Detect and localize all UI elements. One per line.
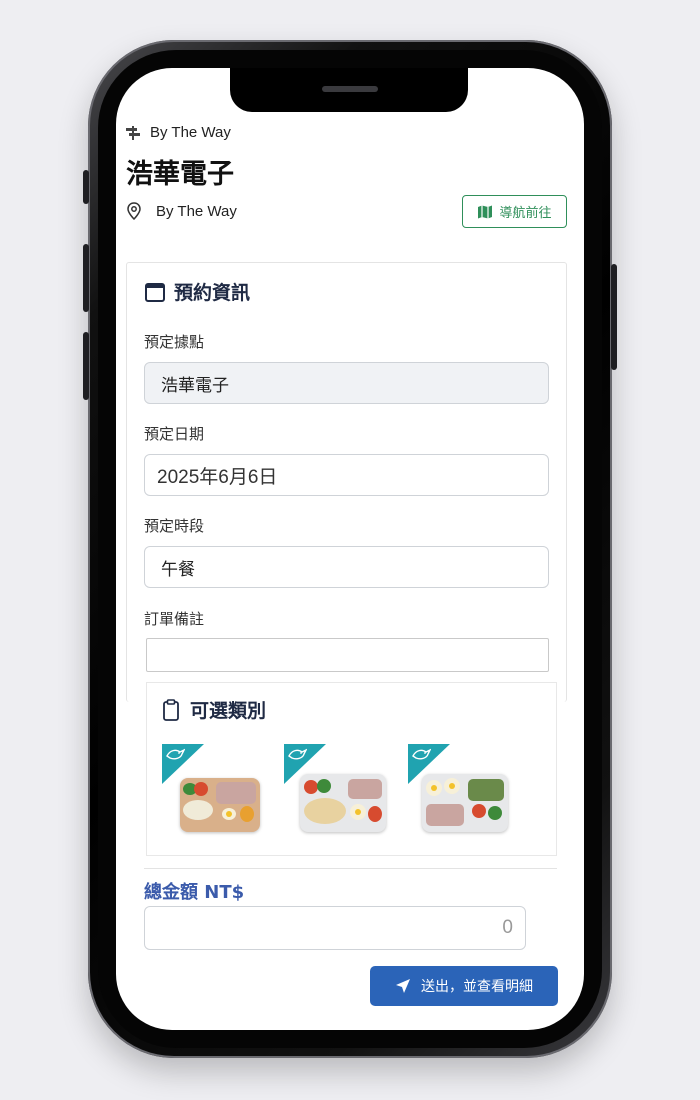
bird-icon	[412, 748, 431, 760]
note-input[interactable]	[146, 638, 549, 672]
slot-label: 預定時段	[144, 517, 205, 535]
divider	[144, 868, 557, 869]
location-row: By The Way	[126, 202, 237, 220]
navigate-button-label: 導航前往	[499, 206, 552, 221]
product-item-3[interactable]	[408, 744, 508, 844]
lunchbox-image	[300, 774, 386, 832]
date-field[interactable]: 2025年6月6日	[144, 454, 549, 496]
booking-header: 預約資訊	[144, 278, 250, 305]
category-header: 可選類別	[162, 696, 266, 723]
lunchbox-image	[180, 778, 260, 832]
clipboard-icon	[163, 698, 179, 721]
mute-switch	[83, 170, 89, 204]
product-item-2[interactable]	[284, 744, 386, 844]
submit-button-label: 送出，並查看明細	[421, 979, 533, 995]
date-label: 預定日期	[144, 425, 205, 443]
category-title: 可選類別	[190, 700, 267, 722]
slot-field[interactable]: 午餐	[144, 546, 549, 588]
navigate-button[interactable]: 導航前往	[462, 195, 567, 228]
signpost-icon	[126, 125, 140, 140]
send-arrow-icon	[396, 979, 410, 993]
power-button	[611, 264, 617, 370]
phone-screen: By The Way 浩華電子 By The Way 導航前往 預約資訊 預定據…	[116, 68, 584, 1030]
location-text: By The Way	[156, 202, 237, 220]
volume-up-button	[83, 244, 89, 312]
map-pin-icon	[127, 202, 141, 220]
booking-title: 預約資訊	[174, 282, 251, 304]
total-amount-field: 0	[144, 906, 526, 950]
total-label: 總金額 NT$	[144, 882, 245, 903]
brand-name: By The Way	[150, 124, 231, 141]
volume-down-button	[83, 332, 89, 400]
site-label: 預定據點	[144, 333, 205, 351]
note-label: 訂單備註	[144, 610, 205, 628]
product-item-1[interactable]	[162, 744, 260, 844]
submit-button[interactable]: 送出，並查看明細	[370, 966, 558, 1006]
speaker-grille	[322, 86, 378, 92]
site-field: 浩華電子	[144, 362, 549, 404]
map-icon	[478, 205, 493, 218]
lunchbox-image	[422, 774, 508, 832]
calendar-icon	[145, 282, 165, 302]
brand-row: By The Way	[126, 124, 231, 141]
bird-icon	[166, 748, 185, 760]
store-title: 浩華電子	[126, 159, 234, 190]
bird-icon	[288, 748, 307, 760]
